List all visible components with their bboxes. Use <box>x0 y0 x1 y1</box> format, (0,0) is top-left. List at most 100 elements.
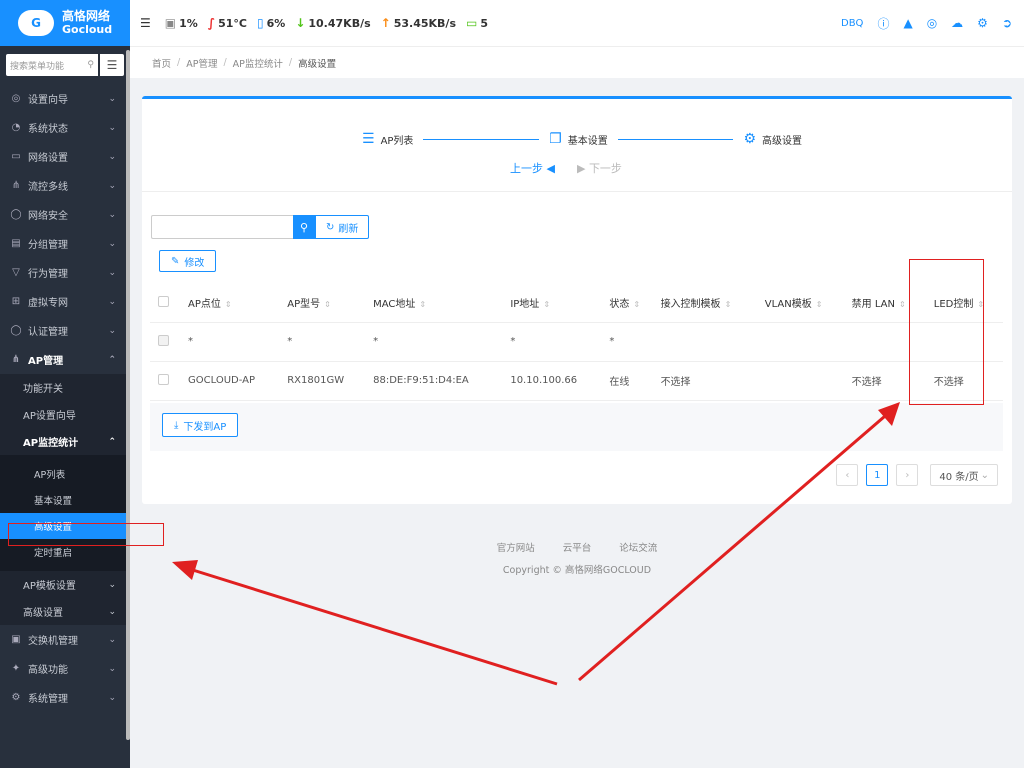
footer-link-cloud-platform[interactable]: 云平台 <box>563 540 592 554</box>
prev-step-button[interactable]: 上一步 ◀ <box>510 160 555 176</box>
sidebar-subitem-ap-list[interactable]: AP列表 <box>0 461 130 487</box>
sort-icon[interactable]: ⇕ <box>419 300 426 309</box>
table-cell[interactable]: * <box>601 322 653 362</box>
menu-toggle-button[interactable]: ☰ <box>100 54 124 76</box>
sidebar-item-vpn[interactable]: ⊞ 虚拟专网 ⌄ <box>0 287 130 316</box>
footer-link-official-site[interactable]: 官方网站 <box>497 540 535 554</box>
logo[interactable]: G 高恪网络 Gocloud <box>0 0 130 46</box>
select-all-checkbox[interactable] <box>158 295 169 307</box>
col-disable-lan[interactable]: 禁用 LAN ⇕ <box>843 284 926 323</box>
footer-link-forum[interactable]: 论坛交流 <box>619 540 657 554</box>
table-cell[interactable]: 不选择 <box>843 361 926 401</box>
table-cell[interactable]: * <box>502 322 602 362</box>
shirt-icon[interactable]: ▲ <box>903 16 912 30</box>
table-cell[interactable] <box>925 322 1003 362</box>
col-vlan-template[interactable]: VLAN模板 ⇕ <box>756 284 844 323</box>
sidebar-subitem-ap-wizard[interactable]: AP设置向导 <box>0 401 130 428</box>
sort-icon[interactable]: ⇕ <box>543 300 550 309</box>
row-checkbox <box>158 334 169 346</box>
cloud-upload-icon[interactable]: ☁ <box>951 16 963 30</box>
sidebar-subitem-scheduled-reboot[interactable]: 定时重启 <box>0 539 130 565</box>
col-ap-model[interactable]: AP型号 ⇕ <box>279 284 366 323</box>
table-cell[interactable] <box>756 361 844 401</box>
collapse-menu-button[interactable]: ☰ <box>140 16 151 30</box>
sidebar-item-system-status[interactable]: ◔ 系统状态 ⌄ <box>0 113 130 142</box>
col-ip[interactable]: IP地址 ⇕ <box>502 284 602 323</box>
sort-icon[interactable]: ⇕ <box>324 300 331 309</box>
table-cell[interactable] <box>843 322 926 362</box>
sidebar-item-auth-management[interactable]: ◯ 认证管理 ⌄ <box>0 316 130 345</box>
table-cell[interactable]: * <box>180 322 280 362</box>
col-access-template[interactable]: 接入控制模板 ⇕ <box>652 284 757 323</box>
sidebar-item-group-management[interactable]: ▤ 分组管理 ⌄ <box>0 229 130 258</box>
next-page-button[interactable]: › <box>896 464 919 486</box>
col-led-control[interactable]: LED控制 ⇕ <box>925 284 1003 323</box>
chevron-left-circle-icon: ◀ <box>546 162 555 175</box>
sort-icon[interactable]: ⇕ <box>816 300 823 309</box>
edit-button[interactable]: ✎ 修改 <box>159 250 217 272</box>
sidebar-scrollbar[interactable] <box>126 50 130 740</box>
breadcrumb-ap-monitor[interactable]: AP监控统计 <box>233 56 283 70</box>
col-status[interactable]: 状态 ⇕ <box>601 284 653 323</box>
sidebar-item-advanced-functions[interactable]: ✦ 高级功能 ⌄ <box>0 654 130 683</box>
sidebar-subitem-ap-template[interactable]: AP模板设置 ⌄ <box>0 571 130 598</box>
search-input[interactable] <box>151 215 293 239</box>
sidebar-item-setup-wizard[interactable]: ◎ 设置向导 ⌄ <box>0 84 130 113</box>
sidebar-subitem-advanced-settings[interactable]: 高级设置 <box>0 513 130 539</box>
menu-search-input[interactable]: 搜索菜单功能 ⚲ <box>6 54 98 76</box>
info-icon[interactable]: ⓘ <box>877 15 889 32</box>
sidebar-item-behavior-management[interactable]: ▽ 行为管理 ⌄ <box>0 258 130 287</box>
col-ap-location[interactable]: AP点位 ⇕ <box>180 284 280 323</box>
sidebar-item-flow-control[interactable]: ⋔ 流控多线 ⌄ <box>0 171 130 200</box>
table-row[interactable]: GOCLOUD-AP RX1801GW 88:DE:F9:51:D4:EA 10… <box>150 361 1003 401</box>
step-connector <box>617 138 734 140</box>
page-number[interactable]: 1 <box>866 464 889 486</box>
sort-icon[interactable]: ⇕ <box>725 300 732 309</box>
table-cell[interactable]: * <box>279 322 366 362</box>
sidebar-subitem-basic-settings[interactable]: 基本设置 <box>0 487 130 513</box>
step-label: 高级设置 <box>762 135 802 147</box>
page-size-select[interactable]: 40 条/页 ⌄ <box>930 464 998 486</box>
logout-icon[interactable]: ➲ <box>1002 16 1012 30</box>
compass-icon: ◎ <box>11 93 21 104</box>
search-icon: ⚲ <box>299 220 309 234</box>
table-cell[interactable]: * <box>365 322 503 362</box>
table-cell[interactable]: 不选择 <box>925 361 1003 401</box>
sort-icon[interactable]: ⇕ <box>633 300 640 309</box>
row-select-cell[interactable] <box>150 361 180 401</box>
sidebar-subitem-ap-monitor[interactable]: AP监控统计 ⌃ <box>0 428 130 455</box>
next-step-button[interactable]: ▶ 下一步 <box>577 160 622 176</box>
breadcrumb-ap-management[interactable]: AP管理 <box>186 56 217 70</box>
sidebar-item-system-management[interactable]: ⚙ 系统管理 ⌄ <box>0 683 130 712</box>
search-button[interactable]: ⚲ <box>293 215 315 239</box>
step-advanced-settings[interactable]: ⚙ 高级设置 <box>743 131 802 147</box>
switch-icon: ▣ <box>11 634 21 645</box>
select-all-cell[interactable] <box>150 284 180 323</box>
edit-icon: ✎ <box>171 255 180 267</box>
sort-icon[interactable]: ⇕ <box>977 300 984 309</box>
table-cell[interactable] <box>652 322 757 362</box>
step-ap-list[interactable]: ☰ AP列表 <box>362 131 413 147</box>
col-mac[interactable]: MAC地址 ⇕ <box>365 284 503 323</box>
col-label: 禁用 LAN <box>851 299 895 311</box>
step-basic-settings[interactable]: ❐ 基本设置 <box>549 131 608 147</box>
sidebar-subitem-ap-advanced[interactable]: 高级设置 ⌄ <box>0 598 130 625</box>
globe-icon[interactable]: ◎ <box>927 16 937 30</box>
prev-page-button[interactable]: ‹ <box>836 464 859 486</box>
sort-icon[interactable]: ⇕ <box>899 300 906 309</box>
refresh-button[interactable]: ↻ 刷新 <box>315 215 370 239</box>
deliver-to-ap-button[interactable]: ⤓ 下发到AP <box>162 413 239 437</box>
sidebar-item-network-security[interactable]: ◯ 网络安全 ⌄ <box>0 200 130 229</box>
sidebar-subitem-feature-switch[interactable]: 功能开关 <box>0 374 130 401</box>
table-cell[interactable] <box>756 322 844 362</box>
sidebar-item-ap-management[interactable]: ⋔ AP管理 ⌃ <box>0 345 130 374</box>
breadcrumb-home[interactable]: 首页 <box>152 56 171 70</box>
row-checkbox[interactable] <box>158 373 169 385</box>
sort-icon[interactable]: ⇕ <box>225 300 232 309</box>
user-name[interactable]: DBQ <box>841 18 863 29</box>
sidebar-item-switch-management[interactable]: ▣ 交换机管理 ⌄ <box>0 625 130 654</box>
settings-icon[interactable]: ⚙ <box>977 16 988 30</box>
sidebar-item-network-settings[interactable]: ▭ 网络设置 ⌄ <box>0 142 130 171</box>
ap-monitor-submenu: AP列表 基本设置 高级设置 定时重启 <box>0 455 130 571</box>
table-cell[interactable]: 不选择 <box>652 361 757 401</box>
